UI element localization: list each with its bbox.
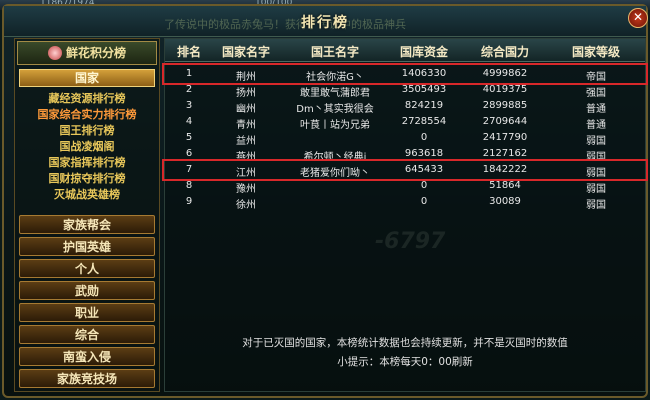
row-country: 幽州 — [236, 104, 256, 115]
row-country: 豫州 — [236, 184, 256, 195]
row-rank: 4 — [185, 116, 193, 127]
faded-watermark: -6797 — [375, 229, 446, 254]
notice-line-1: 对于已灭国的国家，本榜统计数据也会持续更新，并不是灭国时的数值 — [242, 337, 568, 349]
ranking-window: 了传说中的极品赤兔马！获得了传说中的极品神兵 排行榜 ✕ 鲜花积分榜 国家 藏经… — [2, 4, 648, 398]
flower-ranking-label: 鲜花积分榜 — [65, 46, 126, 60]
row-country: 益州 — [236, 136, 256, 147]
table-row[interactable]: 7 江州 老猪爱你们呦丶 645433 1842222 弱国 — [162, 159, 648, 181]
header-king: 国王名字 — [310, 45, 359, 59]
row-funds: 1406330 — [401, 68, 447, 79]
row-funds: 0 — [420, 180, 428, 191]
row-power: 2417790 — [482, 132, 528, 143]
flower-ranking-tab[interactable]: 鲜花积分榜 — [17, 41, 157, 65]
row-country: 徐州 — [236, 200, 256, 211]
table-row[interactable]: 5 益州 0 2417790 弱国 — [165, 130, 645, 147]
row-power: 2899885 — [482, 100, 528, 111]
row-funds: 2728554 — [401, 116, 447, 127]
table-header: 排名 国家名字 国王名字 国库资金 综合国力 国家等级 — [165, 39, 645, 62]
header-rank: 排名 — [176, 45, 201, 59]
row-power: 2127162 — [482, 148, 528, 159]
row-level: 弱国 — [586, 200, 606, 211]
guardian-hero-button[interactable]: 护国英雄 — [19, 237, 155, 256]
southern-invasion-button[interactable]: 南蛮入侵 — [19, 347, 155, 366]
close-icon[interactable]: ✕ — [628, 8, 648, 28]
row-level: 普通 — [586, 120, 606, 131]
row-country: 青州 — [236, 120, 256, 131]
merit-button[interactable]: 武勋 — [19, 281, 155, 300]
row-power: 1842222 — [482, 164, 528, 175]
row-level: 弱国 — [586, 184, 606, 195]
row-funds: 824219 — [404, 100, 444, 111]
row-funds: 0 — [420, 196, 428, 207]
header-funds: 国库资金 — [399, 45, 448, 59]
family-guild-button[interactable]: 家族帮会 — [19, 215, 155, 234]
row-funds: 3505493 — [401, 84, 447, 95]
row-rank: 9 — [185, 196, 193, 207]
row-power: 4999862 — [482, 68, 528, 79]
subitem-plunder-ranking[interactable]: 国财掠夺排行榜 — [19, 171, 155, 187]
table-row[interactable]: 1 荆州 社会你渃G丶 1406330 4999862 帝国 — [162, 63, 648, 85]
row-king: 老猪爱你们呦丶 — [300, 168, 370, 179]
table-row[interactable]: 6 燕州 希尔顿丶经典i 963618 2127162 弱国 — [165, 146, 645, 163]
table-row[interactable]: 8 豫州 0 51864 弱国 — [165, 178, 645, 195]
country-category-tab[interactable]: 国家 — [19, 69, 155, 87]
row-rank: 3 — [185, 100, 193, 111]
subitem-command-ranking[interactable]: 国家指挥排行榜 — [19, 155, 155, 171]
row-funds: 0 — [420, 132, 428, 143]
row-king: 敢里敢气蒲郎君 — [300, 88, 370, 99]
table-row[interactable]: 9 徐州 0 30089 弱国 — [165, 194, 645, 211]
table-row[interactable]: 2 扬州 敢里敢气蒲郎君 3505493 4019375 强国 — [165, 82, 645, 99]
row-power: 2709644 — [482, 116, 528, 127]
ranking-table-panel: 排名 国家名字 国王名字 国库资金 综合国力 国家等级 1 荆州 社会你渃G丶 140… — [162, 38, 648, 392]
category-button-list: 家族帮会 护国英雄 个人 武勋 职业 综合 南蛮入侵 家族竞技场 — [19, 215, 155, 391]
overall-button[interactable]: 综合 — [19, 325, 155, 344]
row-country: 江州 — [236, 168, 256, 179]
row-power: 30089 — [489, 196, 521, 207]
row-country: 荆州 — [236, 72, 256, 83]
row-level: 帝国 — [586, 72, 606, 83]
row-rank: 6 — [185, 148, 193, 159]
row-country: 扬州 — [236, 88, 256, 99]
row-level: 强国 — [586, 88, 606, 99]
row-level: 弱国 — [586, 168, 606, 179]
notice-line-2: 小提示：本榜每天0：00刷新 — [337, 356, 473, 368]
row-funds: 963618 — [404, 148, 444, 159]
subitem-king-ranking[interactable]: 国王排行榜 — [19, 123, 155, 139]
row-level: 弱国 — [586, 136, 606, 147]
flower-icon — [47, 46, 62, 60]
subitem-war-hall[interactable]: 国战凌烟阁 — [19, 139, 155, 155]
table-row[interactable]: 3 幽州 Dm丶其实我很会 824219 2899885 普通 — [165, 98, 645, 115]
header-country: 国家名字 — [221, 45, 270, 59]
family-arena-button[interactable]: 家族竞技场 — [19, 369, 155, 388]
profession-button[interactable]: 职业 — [19, 303, 155, 322]
row-country: 燕州 — [236, 152, 256, 163]
header-power: 综合国力 — [480, 45, 529, 59]
row-power: 4019375 — [482, 84, 528, 95]
row-power: 51864 — [489, 180, 521, 191]
row-funds: 645433 — [404, 164, 444, 175]
row-level: 弱国 — [586, 152, 606, 163]
row-king: 希尔顿丶经典i — [303, 152, 367, 163]
subitem-city-hero-ranking[interactable]: 灭城战英雄榜 — [19, 187, 155, 203]
personal-button[interactable]: 个人 — [19, 259, 155, 278]
row-rank: 8 — [185, 180, 193, 191]
row-king: Dm丶其实我很会 — [296, 104, 374, 115]
row-level: 普通 — [586, 104, 606, 115]
window-title: 排行榜 — [301, 15, 349, 31]
row-rank: 5 — [185, 132, 193, 143]
subitem-national-strength-ranking[interactable]: 国家综合实力排行榜 — [19, 107, 155, 123]
row-king: 叶茛丨站为兄弟 — [300, 120, 370, 131]
row-rank: 2 — [185, 84, 193, 95]
subitem-resource-ranking[interactable]: 藏经资源排行榜 — [19, 91, 155, 107]
country-subcategory-list: 藏经资源排行榜 国家综合实力排行榜 国王排行榜 国战凌烟阁 国家指挥排行榜 国财… — [19, 91, 155, 203]
header-level: 国家等级 — [571, 45, 620, 59]
ranking-rows: 1 荆州 社会你渃G丶 1406330 4999862 帝国 2 扬州 敢里敢气蒲郎君 35054… — [162, 63, 648, 211]
row-rank: 1 — [185, 68, 193, 79]
category-sidebar: 鲜花积分榜 国家 藏经资源排行榜 国家综合实力排行榜 国王排行榜 国战凌烟阁 国… — [14, 38, 160, 392]
row-king: 社会你渃G丶 — [306, 72, 364, 83]
row-rank: 7 — [185, 164, 193, 175]
table-row[interactable]: 4 青州 叶茛丨站为兄弟 2728554 2709644 普通 — [165, 114, 645, 131]
title-bar: 了传说中的极品赤兔马！获得了传说中的极品神兵 排行榜 ✕ — [4, 6, 648, 37]
